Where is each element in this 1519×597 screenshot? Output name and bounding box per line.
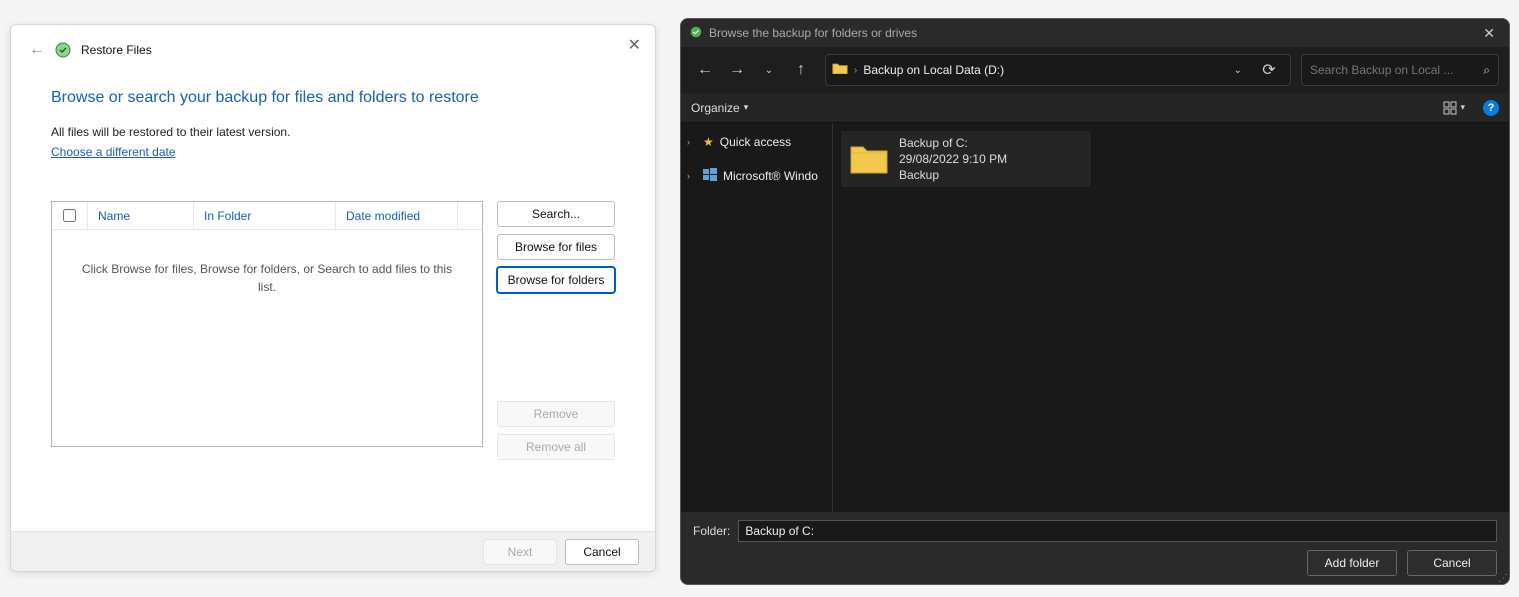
- choose-date-link[interactable]: Choose a different date: [51, 145, 176, 159]
- file-list: Name In Folder Date modified Click Brows…: [51, 201, 483, 447]
- column-spacer: [458, 202, 482, 229]
- nav-recent-icon[interactable]: ⌄: [755, 56, 783, 84]
- add-folder-button[interactable]: Add folder: [1307, 550, 1397, 576]
- organize-bar: Organize ▾ ▾ ?: [681, 93, 1509, 123]
- resize-grip-icon[interactable]: ⋰: [1498, 577, 1506, 581]
- column-date-modified[interactable]: Date modified: [336, 202, 458, 229]
- chevron-down-icon: ▾: [744, 102, 749, 113]
- back-arrow-icon[interactable]: ←: [29, 41, 45, 59]
- page-heading: Browse or search your backup for files a…: [51, 89, 615, 107]
- chevron-down-icon: ▾: [1460, 102, 1465, 113]
- address-bar[interactable]: › Backup on Local Data (D:) ⌄ ⟳: [825, 54, 1291, 86]
- organize-menu[interactable]: Organize ▾: [691, 101, 748, 115]
- dialog-title: Restore Files: [81, 43, 152, 57]
- windows-icon: [703, 168, 717, 185]
- folder-icon: [832, 61, 848, 80]
- browse-files-button[interactable]: Browse for files: [497, 234, 615, 260]
- refresh-icon[interactable]: ⟳: [1254, 60, 1284, 80]
- remove-all-button: Remove all: [497, 434, 615, 460]
- dialog-header: ← Restore Files: [11, 25, 655, 59]
- column-checkbox[interactable]: [52, 202, 88, 229]
- folder-input[interactable]: [738, 520, 1497, 542]
- search-input[interactable]: [1310, 63, 1477, 77]
- organize-label: Organize: [691, 101, 740, 115]
- dialog-body: Browse or search your backup for files a…: [11, 59, 655, 460]
- column-name[interactable]: Name: [88, 202, 194, 229]
- tree-label: Quick access: [720, 135, 791, 149]
- browse-backup-dialog: Browse the backup for folders or drives …: [680, 18, 1510, 585]
- item-name: Backup of C:: [899, 135, 1007, 151]
- item-info: Backup of C: 29/08/2022 9:10 PM Backup: [899, 135, 1007, 184]
- browse-folders-button[interactable]: Browse for folders: [497, 267, 615, 293]
- cancel-button[interactable]: Cancel: [565, 539, 639, 565]
- nav-toolbar: ← → ⌄ ↑ › Backup on Local Data (D:) ⌄ ⟳ …: [681, 47, 1509, 93]
- remove-button: Remove: [497, 401, 615, 427]
- search-box[interactable]: ⌕: [1301, 54, 1499, 86]
- titlebar: Browse the backup for folders or drives …: [681, 19, 1509, 47]
- subtext: All files will be restored to their late…: [51, 125, 615, 139]
- view-options-icon[interactable]: ▾: [1439, 101, 1469, 115]
- nav-tree: › ★ Quick access › Microsoft® Windo: [681, 123, 833, 512]
- column-in-folder[interactable]: In Folder: [194, 202, 336, 229]
- restore-files-icon: [55, 42, 71, 58]
- nav-up-icon[interactable]: ↑: [787, 56, 815, 84]
- nav-forward-icon[interactable]: →: [723, 56, 751, 84]
- empty-list-hint: Click Browse for files, Browse for folde…: [52, 230, 482, 326]
- select-all-checkbox[interactable]: [63, 209, 76, 222]
- chevron-right-icon[interactable]: ›: [854, 65, 857, 76]
- tree-ms-windows[interactable]: › Microsoft® Windo: [681, 163, 832, 189]
- address-dropdown-icon[interactable]: ⌄: [1228, 65, 1248, 76]
- search-button[interactable]: Search...: [497, 201, 615, 227]
- folder-icon: [849, 141, 889, 177]
- split-pane: › ★ Quick access › Microsoft® Windo: [681, 123, 1509, 512]
- next-button: Next: [483, 539, 557, 565]
- titlebar-text: Browse the backup for folders or drives: [709, 26, 1471, 40]
- star-icon: ★: [703, 135, 714, 149]
- close-icon[interactable]: ✕: [1477, 25, 1501, 42]
- restore-files-dialog: ✕ ← Restore Files Browse or search your …: [10, 24, 656, 572]
- item-type: Backup: [899, 167, 1007, 183]
- address-text[interactable]: Backup on Local Data (D:): [863, 63, 1221, 77]
- help-icon[interactable]: ?: [1483, 100, 1499, 116]
- search-icon[interactable]: ⌕: [1483, 63, 1490, 78]
- side-buttons: Search... Browse for files Browse for fo…: [497, 201, 615, 460]
- tree-quick-access[interactable]: › ★ Quick access: [681, 129, 832, 155]
- caret-icon[interactable]: ›: [687, 171, 697, 181]
- content-pane: Backup of C: 29/08/2022 9:10 PM Backup: [833, 123, 1509, 512]
- app-icon: [689, 25, 703, 42]
- dialog-footer: Next Cancel: [11, 531, 655, 571]
- cancel-button[interactable]: Cancel: [1407, 550, 1497, 576]
- dialog-footer: Folder: Add folder Cancel: [681, 512, 1509, 584]
- list-header: Name In Folder Date modified: [52, 202, 482, 230]
- nav-back-icon[interactable]: ←: [691, 56, 719, 84]
- tree-label: Microsoft® Windo: [723, 169, 818, 183]
- caret-icon[interactable]: ›: [687, 137, 697, 147]
- close-icon[interactable]: ✕: [628, 35, 641, 55]
- folder-label: Folder:: [693, 524, 730, 538]
- item-date: 29/08/2022 9:10 PM: [899, 151, 1007, 167]
- backup-folder-item[interactable]: Backup of C: 29/08/2022 9:10 PM Backup: [841, 131, 1091, 187]
- main-area: Name In Folder Date modified Click Brows…: [51, 201, 615, 460]
- folder-row: Folder:: [693, 520, 1497, 542]
- footer-actions: Add folder Cancel: [693, 550, 1497, 576]
